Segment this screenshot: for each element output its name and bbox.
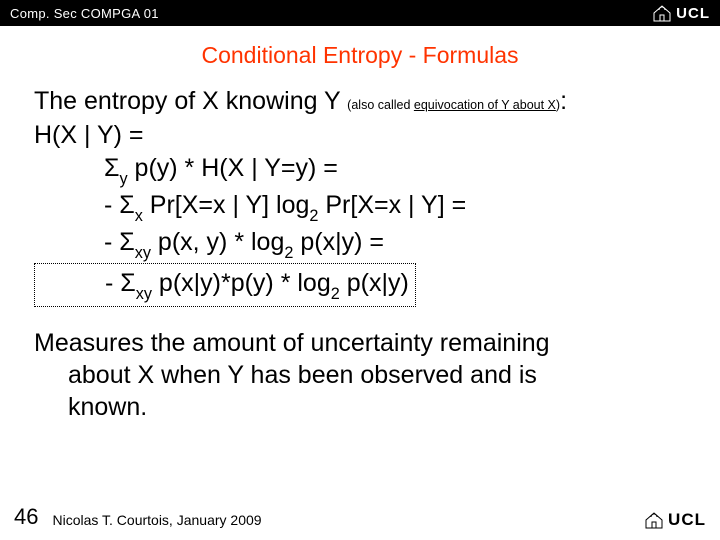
- ucl-logo-text-top: UCL: [676, 5, 710, 22]
- ucl-dome-icon: [644, 510, 664, 530]
- body-line-3: known.: [34, 391, 692, 423]
- sub-2b: 2: [284, 244, 293, 262]
- f1-body: p(y) * H(X | Y=y) =: [128, 154, 338, 182]
- sigma: Σ: [104, 154, 119, 182]
- slide-title: Conditional Entropy - Formulas: [0, 42, 720, 69]
- f3a: - Σ: [104, 228, 135, 256]
- ucl-logo-bottom: UCL: [644, 510, 706, 530]
- footer-left: 46 Nicolas T. Courtois, January 2009: [14, 504, 262, 530]
- note-underlined: equivocation of Y about X: [414, 98, 556, 112]
- sub-x: x: [135, 207, 143, 225]
- page-number: 46: [14, 504, 38, 530]
- header-bar: Comp. Sec COMPGA 01 UCL: [0, 0, 720, 26]
- formula-2: - Σx Pr[X=x | Y] log2 Pr[X=x | Y] =: [34, 189, 692, 225]
- intro-suffix: :: [560, 87, 567, 115]
- sub-xy1: xy: [135, 244, 151, 262]
- formula-1: Σy p(y) * H(X | Y=y) =: [34, 152, 692, 188]
- f4b: p(x|y)*p(y) * log: [152, 269, 331, 297]
- ucl-logo-top: UCL: [652, 3, 710, 23]
- note-open: (also called: [347, 98, 414, 112]
- body-line-2: about X when Y has been observed and is: [34, 359, 692, 391]
- slide-footer: 46 Nicolas T. Courtois, January 2009 UCL: [0, 504, 720, 530]
- intro-line: The entropy of X knowing Y (also called …: [34, 85, 692, 117]
- formula-4-boxed: - Σxy p(x|y)*p(y) * log2 p(x|y): [34, 263, 416, 307]
- slide-content: The entropy of X knowing Y (also called …: [0, 85, 720, 423]
- f3c: p(x|y) =: [293, 228, 384, 256]
- intro-prefix: The entropy of X knowing Y: [34, 87, 347, 115]
- f4a: - Σ: [105, 269, 136, 297]
- ucl-dome-icon: [652, 3, 672, 23]
- sub-y: y: [119, 170, 127, 188]
- f4c: p(x|y): [340, 269, 409, 297]
- formula-3: - Σxy p(x, y) * log2 p(x|y) =: [34, 226, 692, 262]
- body-line-1: Measures the amount of uncertainty remai…: [34, 329, 550, 357]
- f2c: Pr[X=x | Y] =: [318, 191, 466, 219]
- sub-2c: 2: [331, 285, 340, 303]
- f2b: Pr[X=x | Y] log: [143, 191, 310, 219]
- ucl-logo-text-bottom: UCL: [668, 510, 706, 530]
- f2a: - Σ: [104, 191, 135, 219]
- definition-line: H(X | Y) =: [34, 119, 692, 151]
- body-paragraph: Measures the amount of uncertainty remai…: [34, 327, 692, 423]
- author-line: Nicolas T. Courtois, January 2009: [52, 512, 261, 528]
- intro-note: (also called equivocation of Y about X): [347, 98, 560, 112]
- sub-2a: 2: [309, 207, 318, 225]
- course-code: Comp. Sec COMPGA 01: [10, 6, 159, 21]
- f3b: p(x, y) * log: [151, 228, 284, 256]
- sub-xy2: xy: [136, 285, 152, 303]
